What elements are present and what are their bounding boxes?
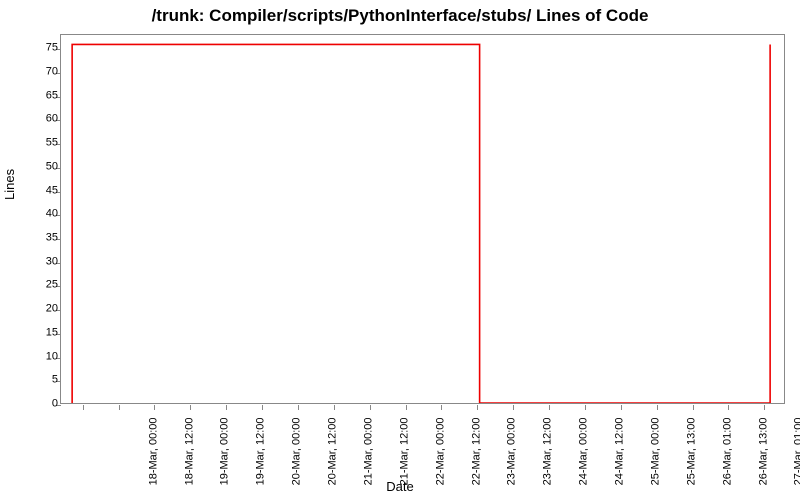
y-tick-label: 15 <box>46 327 58 338</box>
y-axis-label: Lines <box>2 169 17 200</box>
y-tick-label: 45 <box>46 185 58 196</box>
x-tick-mark <box>477 405 478 410</box>
x-tick-label: 24-Mar, 00:00 <box>579 418 590 486</box>
x-tick-mark <box>262 405 263 410</box>
y-tick-label: 0 <box>52 399 58 410</box>
y-tick-label: 5 <box>52 375 58 386</box>
x-tick-mark <box>585 405 586 410</box>
x-tick-label: 27-Mar, 01:00 <box>794 418 800 486</box>
x-tick-label: 23-Mar, 00:00 <box>507 418 518 486</box>
x-tick-label: 19-Mar, 00:00 <box>220 418 231 486</box>
x-tick-mark <box>119 405 120 410</box>
x-tick-mark <box>83 405 84 410</box>
y-tick-label: 10 <box>46 351 58 362</box>
x-tick-label: 26-Mar, 13:00 <box>758 418 769 486</box>
x-tick-label: 24-Mar, 12:00 <box>614 418 625 486</box>
x-tick-label: 23-Mar, 12:00 <box>543 418 554 486</box>
x-tick-label: 21-Mar, 12:00 <box>399 418 410 486</box>
x-tick-mark <box>190 405 191 410</box>
x-tick-label: 21-Mar, 00:00 <box>363 418 374 486</box>
x-tick-mark <box>406 405 407 410</box>
x-tick-mark <box>693 405 694 410</box>
y-tick-label: 50 <box>46 161 58 172</box>
x-tick-label: 18-Mar, 12:00 <box>184 418 195 486</box>
y-tick-label: 65 <box>46 90 58 101</box>
y-tick-label: 75 <box>46 43 58 54</box>
y-tick-label: 55 <box>46 138 58 149</box>
y-tick-label: 20 <box>46 304 58 315</box>
x-tick-label: 22-Mar, 00:00 <box>435 418 446 486</box>
x-tick-mark <box>549 405 550 410</box>
x-tick-label: 19-Mar, 12:00 <box>256 418 267 486</box>
y-tick-label: 60 <box>46 114 58 125</box>
y-tick-label: 70 <box>46 66 58 77</box>
x-tick-mark <box>298 405 299 410</box>
x-tick-label: 26-Mar, 01:00 <box>722 418 733 486</box>
plot-area <box>60 34 785 404</box>
x-tick-mark <box>441 405 442 410</box>
x-tick-label: 20-Mar, 00:00 <box>292 418 303 486</box>
x-tick-mark <box>154 405 155 410</box>
x-tick-label: 22-Mar, 12:00 <box>471 418 482 486</box>
y-tick-label: 40 <box>46 209 58 220</box>
y-tick-label: 30 <box>46 256 58 267</box>
x-tick-label: 18-Mar, 00:00 <box>148 418 159 486</box>
x-tick-mark <box>657 405 658 410</box>
x-tick-mark <box>728 405 729 410</box>
x-tick-mark <box>370 405 371 410</box>
line-series <box>61 35 784 403</box>
x-tick-label: 25-Mar, 00:00 <box>650 418 661 486</box>
x-tick-mark <box>764 405 765 410</box>
x-tick-mark <box>226 405 227 410</box>
x-tick-label: 20-Mar, 12:00 <box>327 418 338 486</box>
x-tick-mark <box>334 405 335 410</box>
x-tick-mark <box>513 405 514 410</box>
chart-title: /trunk: Compiler/scripts/PythonInterface… <box>0 6 800 26</box>
x-tick-label: 25-Mar, 13:00 <box>686 418 697 486</box>
y-tick-label: 35 <box>46 232 58 243</box>
y-tick-label: 25 <box>46 280 58 291</box>
x-tick-mark <box>621 405 622 410</box>
